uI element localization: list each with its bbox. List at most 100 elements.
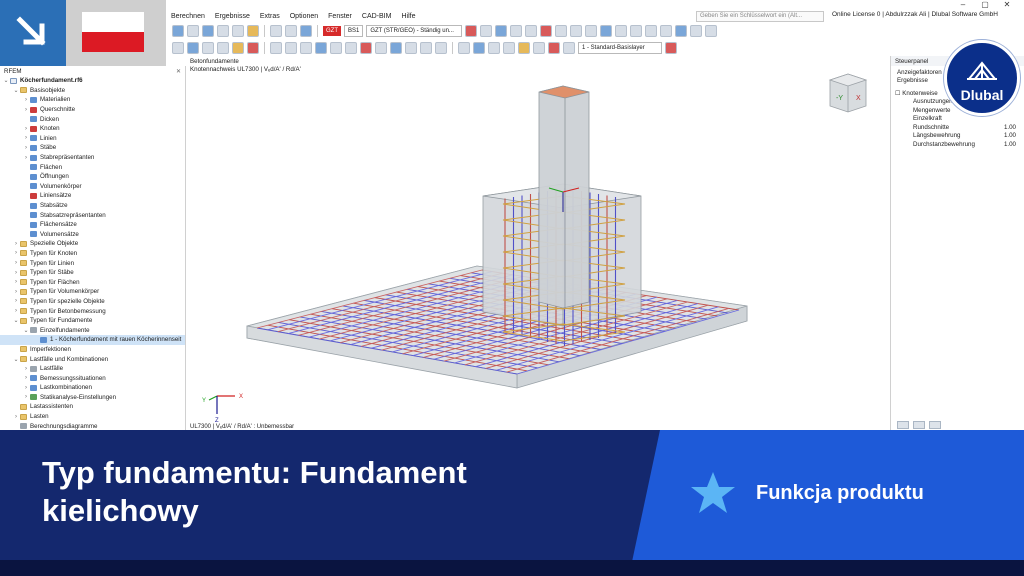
move-icon[interactable] — [585, 25, 598, 37]
expand-toggle-icon[interactable]: › — [22, 394, 30, 400]
shaded-icon[interactable] — [488, 42, 500, 54]
section-icon[interactable] — [615, 25, 628, 37]
expand-toggle-icon[interactable]: › — [12, 241, 20, 247]
tree-item[interactable]: Volumenkörper — [0, 182, 185, 192]
wireframe-icon[interactable] — [473, 42, 485, 54]
expand-toggle-icon[interactable]: › — [12, 260, 20, 266]
table-icon[interactable] — [217, 25, 229, 37]
cross-icon[interactable] — [548, 42, 560, 54]
layers-icon[interactable] — [563, 42, 575, 54]
values-icon[interactable] — [525, 25, 538, 37]
results-icon[interactable] — [465, 25, 478, 37]
tree-item[interactable]: ⌄ Typen für Fundamente — [0, 316, 185, 326]
tree-item[interactable]: › Lasten — [0, 412, 185, 422]
menu-item-extras[interactable]: Extras — [255, 13, 285, 20]
tree-item[interactable]: › Stäbe — [0, 143, 185, 153]
expand-toggle-icon[interactable]: › — [12, 308, 20, 314]
extrude-icon[interactable] — [345, 42, 357, 54]
tree-item[interactable]: › Linien — [0, 134, 185, 144]
tree-item[interactable]: › Materialien — [0, 95, 185, 105]
tree-item[interactable]: › Typen für Volumenkörper — [0, 287, 185, 297]
expand-toggle-icon[interactable]: › — [22, 107, 30, 113]
select-icon[interactable] — [570, 25, 583, 37]
layer-select[interactable]: 1 - Standard-Basislayer — [578, 42, 662, 54]
tree-item[interactable]: › Lastkombinationen — [0, 383, 185, 393]
expand-toggle-icon[interactable]: › — [22, 135, 30, 141]
grid-icon[interactable] — [187, 25, 199, 37]
tree-item[interactable]: Berechnungsdiagramme — [0, 421, 185, 430]
opening-icon[interactable] — [405, 42, 417, 54]
menu-item-fenster[interactable]: Fenster — [323, 13, 357, 20]
view-icon[interactable] — [172, 25, 184, 37]
tree-item[interactable]: › Querschnitte — [0, 105, 185, 115]
tree-item[interactable]: › Spezielle Objekte — [0, 239, 185, 249]
mirror-icon[interactable] — [285, 42, 297, 54]
tree-item[interactable]: ⌄ Einzelfundamente — [0, 325, 185, 335]
tree-item[interactable]: Lastassistenten — [0, 402, 185, 412]
tree-item[interactable]: Stabsatzrepräsentanten — [0, 210, 185, 220]
expand-toggle-icon[interactable]: › — [22, 366, 30, 372]
tree-item[interactable]: › Typen für Stäbe — [0, 268, 185, 278]
tree-item[interactable]: › Typen für Linien — [0, 258, 185, 268]
expand-toggle-icon[interactable]: › — [12, 270, 20, 276]
tree-item[interactable]: Dicken — [0, 114, 185, 124]
align-icon[interactable] — [375, 42, 387, 54]
maximize-button[interactable]: ▢ — [974, 0, 996, 9]
undo-icon[interactable] — [270, 25, 282, 37]
tree-item[interactable]: ⌄ Köcherfundament.rf6 — [0, 76, 185, 86]
control-panel-row[interactable]: Rundschnitte 1.00 — [891, 124, 1024, 133]
snap-icon[interactable] — [705, 25, 718, 37]
surface-icon[interactable] — [232, 42, 244, 54]
expand-toggle-icon[interactable]: › — [12, 414, 20, 420]
view-iso-icon[interactable] — [675, 25, 688, 37]
control-panel-row[interactable]: Durchstanzbewehrung 1.00 — [891, 141, 1024, 150]
delete-icon[interactable] — [360, 42, 372, 54]
model-icon[interactable] — [202, 25, 214, 37]
expand-toggle-icon[interactable]: › — [22, 155, 30, 161]
menu-item-cad-bim[interactable]: CAD-BIM — [357, 13, 397, 20]
tree-item[interactable]: › Typen für Knoten — [0, 249, 185, 259]
view-cube[interactable]: -Y X — [824, 68, 872, 116]
expand-toggle-icon[interactable]: › — [22, 97, 30, 103]
menu-item-optionen[interactable]: Optionen — [285, 13, 323, 20]
tree-item[interactable]: Imperfektionen — [0, 345, 185, 355]
tree-item[interactable]: Flächen — [0, 162, 185, 172]
member-icon[interactable] — [540, 25, 553, 37]
zoom-icon[interactable] — [630, 25, 643, 37]
tree-item[interactable]: ⌄ Basisobjekte — [0, 86, 185, 96]
control-panel-row[interactable]: Einzelkraft — [891, 115, 1024, 124]
scale-icon[interactable] — [510, 25, 523, 37]
rotate-icon[interactable] — [660, 25, 673, 37]
node-create-icon[interactable] — [187, 42, 199, 54]
panel-tab-settings[interactable] — [929, 421, 941, 429]
tree-item[interactable]: › Bemessungssituationen — [0, 373, 185, 383]
support-icon[interactable] — [247, 42, 259, 54]
expand-toggle-icon[interactable]: › — [22, 375, 30, 381]
color-icon[interactable] — [518, 42, 530, 54]
expand-toggle-icon[interactable]: › — [12, 250, 20, 256]
display-options-icon[interactable] — [458, 42, 470, 54]
render-icon[interactable] — [300, 25, 312, 37]
tree-item[interactable]: › Knoten — [0, 124, 185, 134]
expand-toggle-icon[interactable]: › — [12, 279, 20, 285]
expand-toggle-icon[interactable]: ⌄ — [12, 87, 20, 94]
redo-icon[interactable] — [285, 25, 297, 37]
tree-item[interactable]: Volumensätze — [0, 230, 185, 240]
wave-icon[interactable] — [315, 42, 327, 54]
dimension-icon[interactable] — [420, 42, 432, 54]
select-all-icon[interactable] — [600, 25, 613, 37]
pan-icon[interactable] — [645, 25, 658, 37]
expand-toggle-icon[interactable]: ⌄ — [2, 77, 10, 84]
transparent-icon[interactable] — [503, 42, 515, 54]
expand-toggle-icon[interactable]: ⌄ — [12, 317, 20, 324]
menu-item-ergebnisse[interactable]: Ergebnisse — [210, 13, 255, 20]
calc-icon[interactable] — [247, 25, 259, 37]
tree-item[interactable]: › Statikanalyse-Einstellungen — [0, 393, 185, 403]
display-icon[interactable] — [495, 25, 508, 37]
lock-icon[interactable] — [533, 42, 545, 54]
tree-item[interactable]: › Lastfälle — [0, 364, 185, 374]
expand-toggle-icon[interactable]: ⌄ — [22, 327, 30, 334]
panel-tab-results[interactable] — [897, 421, 909, 429]
tree-item[interactable]: Öffnungen — [0, 172, 185, 182]
new-icon[interactable] — [172, 42, 184, 54]
